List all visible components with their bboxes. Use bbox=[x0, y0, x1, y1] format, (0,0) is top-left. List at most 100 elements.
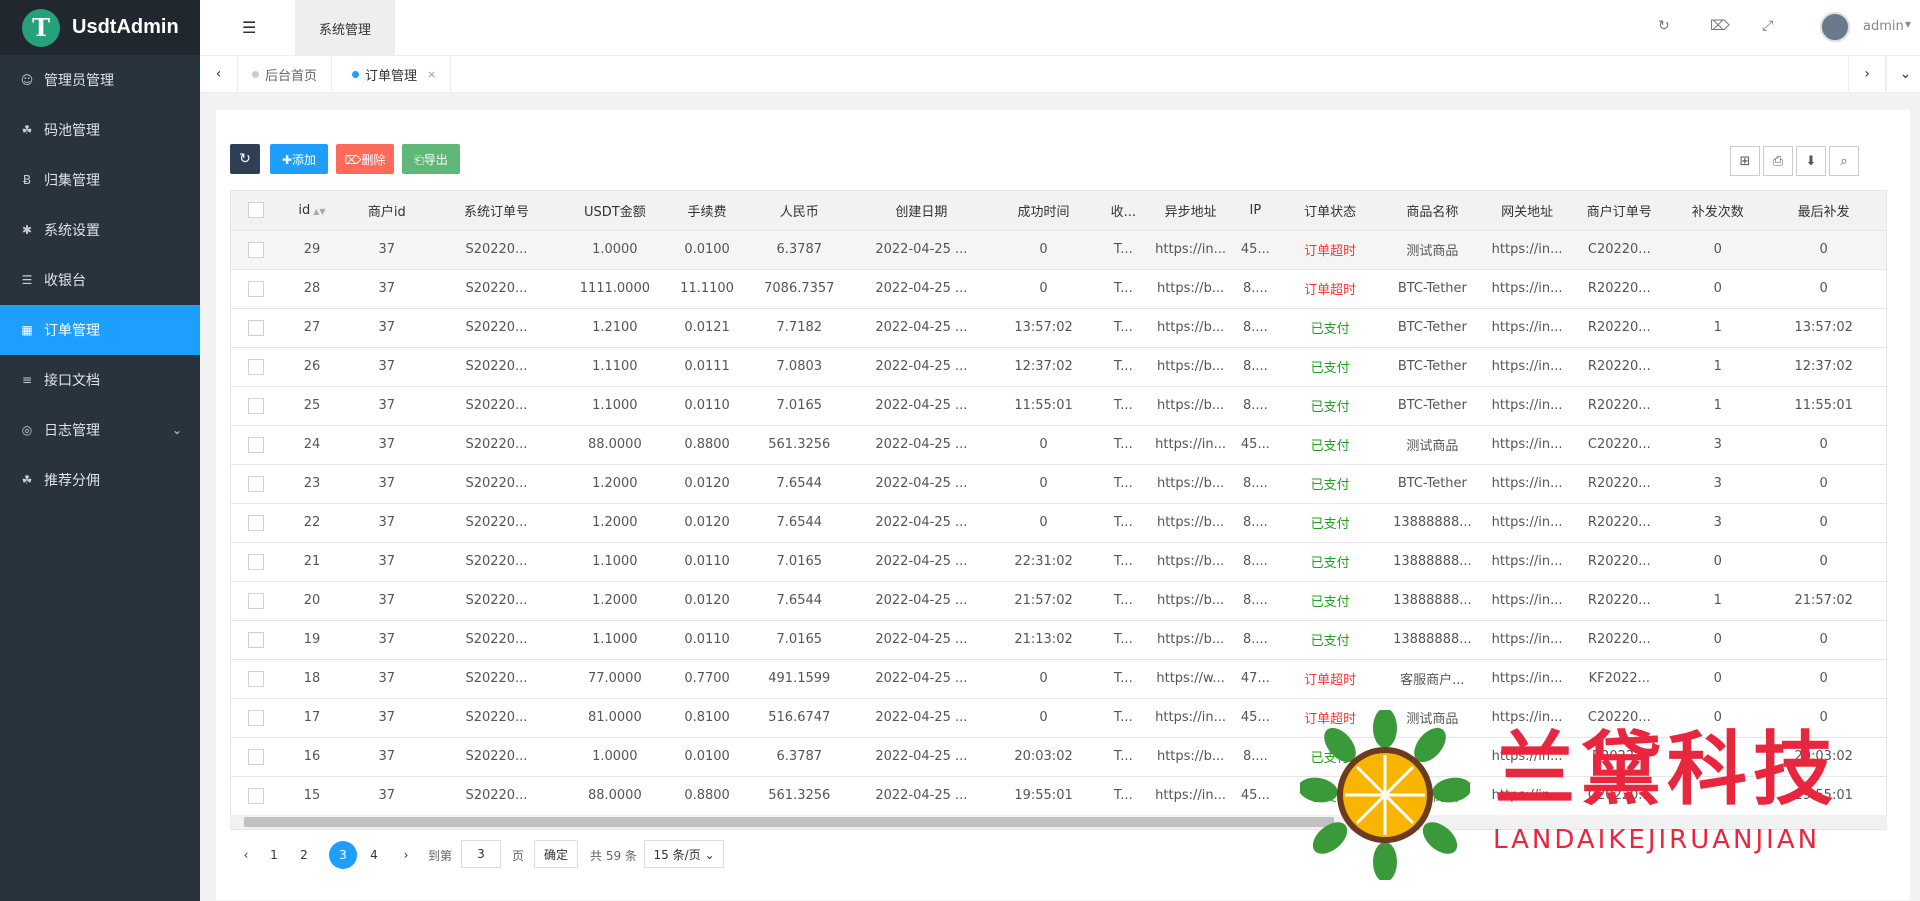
table-cell: 37 bbox=[343, 620, 431, 660]
sidebar-item[interactable]: ▦ 订单管理 bbox=[0, 305, 200, 355]
table-row[interactable]: 19 37 S20220... 1.1000 0.0110 7.0165 2022-04-2… bbox=[231, 620, 1886, 660]
table-row[interactable]: 25 37 S20220... 1.1000 0.0110 7.0165 2022-04-2… bbox=[231, 386, 1886, 426]
column-header[interactable]: 异步地址 bbox=[1150, 191, 1231, 231]
row-checkbox[interactable] bbox=[247, 241, 264, 258]
pager-page-current[interactable]: 3 bbox=[329, 841, 357, 869]
menu-toggle-icon[interactable]: ☰ bbox=[242, 18, 256, 37]
sidebar-item[interactable]: ◎ 日志管理 ⌄ bbox=[0, 405, 200, 455]
column-header[interactable]: IP bbox=[1230, 191, 1281, 231]
column-header[interactable]: 系统订单号 bbox=[430, 191, 563, 231]
android-icon: ☘ bbox=[21, 473, 33, 487]
table-cell: 37 bbox=[343, 698, 431, 738]
sidebar-item[interactable]: ☰ 收银台 bbox=[0, 255, 200, 305]
user-name[interactable]: admin bbox=[1863, 19, 1904, 34]
table-cell: https://b... bbox=[1150, 542, 1231, 582]
column-header[interactable]: 补发次数 bbox=[1669, 191, 1767, 231]
column-header[interactable]: 订单状态 bbox=[1280, 191, 1381, 231]
columns-icon[interactable]: ⊞ bbox=[1730, 146, 1760, 176]
row-checkbox[interactable] bbox=[247, 553, 264, 570]
row-checkbox[interactable] bbox=[247, 670, 264, 687]
close-icon[interactable]: × bbox=[427, 68, 436, 81]
sidebar-item[interactable]: ☘ 码池管理 bbox=[0, 105, 200, 155]
export-button[interactable]: ⎗导出 bbox=[402, 144, 460, 174]
column-header[interactable]: 创建日期 bbox=[851, 191, 992, 231]
pager-goto-input[interactable]: 3 bbox=[461, 840, 501, 868]
sidebar-item[interactable]: ☺ 管理员管理 bbox=[0, 55, 200, 105]
column-header[interactable]: id ▲▼ bbox=[280, 191, 344, 231]
table-row[interactable]: 26 37 S20220... 1.1100 0.0111 7.0803 2022-04-2… bbox=[231, 347, 1886, 387]
add-button[interactable]: ✚添加 bbox=[270, 144, 328, 174]
sidebar-item[interactable]: ✱ 系统设置 bbox=[0, 205, 200, 255]
tabs-left-icon[interactable]: ‹ bbox=[200, 56, 238, 92]
table-cell: R20220... bbox=[1569, 581, 1670, 621]
column-header[interactable]: 成功时间 bbox=[991, 191, 1096, 231]
row-checkbox[interactable] bbox=[247, 631, 264, 648]
trash-icon[interactable]: ⌦ bbox=[1710, 18, 1730, 34]
column-header[interactable]: 商户id bbox=[343, 191, 431, 231]
table-row[interactable]: 27 37 S20220... 1.2100 0.0121 7.7182 2022-04-2… bbox=[231, 308, 1886, 348]
export-icon[interactable]: ⬇ bbox=[1796, 146, 1826, 176]
column-header[interactable]: 人民币 bbox=[746, 191, 852, 231]
sort-icon[interactable]: ▲▼ bbox=[313, 207, 325, 216]
row-checkbox[interactable] bbox=[247, 709, 264, 726]
pager-per-page-select[interactable]: 15 条/页 ⌄ bbox=[644, 840, 724, 868]
app-logo[interactable]: T UsdtAdmin bbox=[0, 0, 200, 55]
row-checkbox[interactable] bbox=[247, 748, 264, 765]
pager-next-icon[interactable]: › bbox=[396, 842, 416, 868]
table-row[interactable]: 18 37 S20220... 77.0000 0.7700 491.1599 2022-0… bbox=[231, 659, 1886, 699]
column-header[interactable]: 商户订单号 bbox=[1569, 191, 1670, 231]
tab-orders[interactable]: 订单管理 × bbox=[338, 56, 452, 92]
table-row[interactable]: 24 37 S20220... 88.0000 0.8800 561.3256 2022-0… bbox=[231, 425, 1886, 465]
column-header[interactable]: 操... bbox=[1881, 191, 1886, 231]
pager-prev-icon[interactable]: ‹ bbox=[236, 842, 256, 868]
delete-button[interactable]: ⌦删除 bbox=[336, 144, 394, 174]
print-icon[interactable]: ⎙ bbox=[1763, 146, 1793, 176]
column-header[interactable]: 最后补发 bbox=[1766, 191, 1882, 231]
table-row[interactable]: 21 37 S20220... 1.1000 0.0110 7.0165 2022-04-2… bbox=[231, 542, 1886, 582]
row-checkbox[interactable] bbox=[247, 592, 264, 609]
pager-confirm-button[interactable]: 确定 bbox=[534, 840, 578, 868]
scroll-thumb[interactable] bbox=[244, 817, 1334, 827]
fullscreen-icon[interactable]: ⤢ bbox=[1762, 18, 1773, 34]
select-all-checkbox[interactable] bbox=[247, 202, 264, 219]
sidebar-item[interactable]: ☘ 推荐分佣 bbox=[0, 455, 200, 505]
table-row[interactable]: 20 37 S20220... 1.2000 0.0120 7.6544 2022-04-2… bbox=[231, 581, 1886, 621]
action-cell: 编辑 bbox=[1881, 386, 1886, 426]
row-checkbox[interactable] bbox=[247, 475, 264, 492]
row-checkbox[interactable] bbox=[247, 280, 264, 297]
table-row[interactable]: 29 37 S20220... 1.0000 0.0100 6.3787 2022-04-2… bbox=[231, 230, 1886, 270]
table-cell: 已支付 bbox=[1280, 308, 1381, 348]
table-row[interactable]: 23 37 S20220... 1.2000 0.0120 7.6544 2022-04-2… bbox=[231, 464, 1886, 504]
tabs-menu-icon[interactable]: ⌄ bbox=[1886, 56, 1920, 92]
tabs-right-icon[interactable]: › bbox=[1848, 56, 1886, 92]
sidebar-item[interactable]: Ƀ 归集管理 bbox=[0, 155, 200, 205]
user-icon: ☺ bbox=[20, 73, 34, 87]
tab-home[interactable]: 后台首页 bbox=[238, 56, 333, 92]
refresh-icon[interactable]: ↻ bbox=[1658, 18, 1670, 34]
row-checkbox[interactable] bbox=[247, 436, 264, 453]
table-cell: https://b... bbox=[1150, 464, 1231, 504]
chevron-down-icon[interactable]: ▾ bbox=[1905, 17, 1911, 31]
table-row[interactable]: 22 37 S20220... 1.2000 0.0120 7.6544 2022-04-2… bbox=[231, 503, 1886, 543]
header-tab-system[interactable]: 系统管理 bbox=[295, 0, 395, 56]
column-header[interactable]: 收... bbox=[1095, 191, 1151, 231]
table-cell: 6.3787 bbox=[746, 737, 852, 777]
row-checkbox[interactable] bbox=[247, 397, 264, 414]
row-checkbox[interactable] bbox=[247, 514, 264, 531]
table-row[interactable]: 28 37 S20220... 1111.0000 11.1100 7086.7357 20… bbox=[231, 269, 1886, 309]
search-icon[interactable]: ⌕ bbox=[1829, 146, 1859, 176]
row-checkbox[interactable] bbox=[247, 319, 264, 336]
row-checkbox[interactable] bbox=[247, 358, 264, 375]
avatar[interactable] bbox=[1820, 12, 1850, 42]
column-header[interactable]: 商品名称 bbox=[1380, 191, 1485, 231]
pager-page-4[interactable]: 4 bbox=[364, 842, 384, 868]
refresh-button[interactable]: ↻ bbox=[230, 144, 260, 174]
pager-page-1[interactable]: 1 bbox=[264, 842, 284, 868]
column-header[interactable]: USDT金额 bbox=[562, 191, 668, 231]
column-header[interactable]: 网关地址 bbox=[1484, 191, 1570, 231]
sidebar-item[interactable]: ≡ 接口文档 bbox=[0, 355, 200, 405]
table-cell: T... bbox=[1095, 386, 1151, 426]
column-header[interactable]: 手续费 bbox=[667, 191, 747, 231]
row-checkbox[interactable] bbox=[247, 787, 264, 804]
pager-page-2[interactable]: 2 bbox=[294, 842, 314, 868]
